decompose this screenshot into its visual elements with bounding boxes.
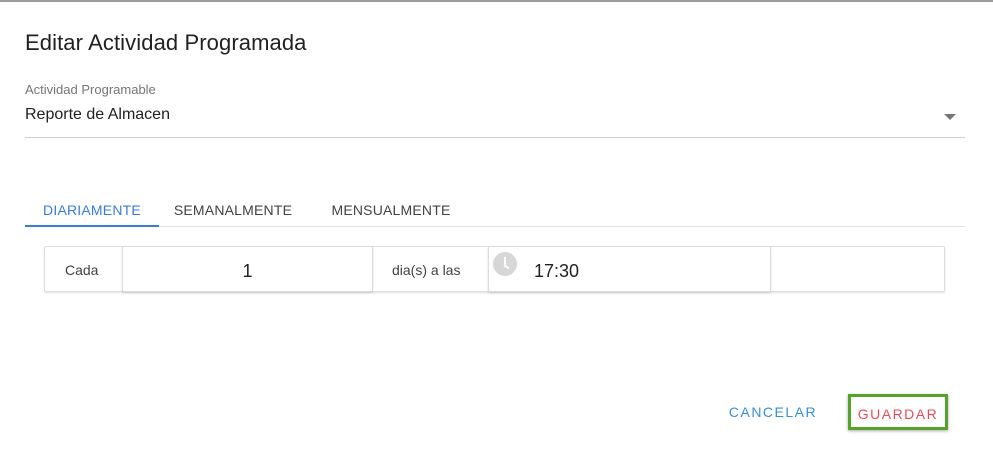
interval-input-value: 1 bbox=[242, 261, 253, 281]
tab-monthly[interactable]: MENSUALMENTE bbox=[315, 192, 467, 226]
save-button[interactable]: GUARDAR bbox=[848, 394, 948, 430]
edit-scheduled-activity-dialog: Editar Actividad Programada Actividad Pr… bbox=[0, 0, 993, 453]
activity-select[interactable]: Reporte de Almacen bbox=[25, 102, 965, 138]
activity-field-label: Actividad Programable bbox=[25, 82, 156, 97]
every-label: Cada bbox=[65, 262, 99, 278]
tab-weekly[interactable]: SEMANALMENTE bbox=[159, 192, 307, 226]
unit-label: dia(s) a las bbox=[392, 262, 461, 278]
daily-schedule-row: Cada 1 dia(s) a las 17:30 bbox=[44, 246, 945, 292]
frequency-tabs: DIARIAMENTE SEMANALMENTE MENSUALMENTE bbox=[25, 192, 965, 227]
cancel-button[interactable]: CANCELAR bbox=[718, 398, 828, 426]
dialog-title: Editar Actividad Programada bbox=[25, 30, 307, 55]
tab-daily[interactable]: DIARIAMENTE bbox=[25, 192, 159, 227]
time-input-value: 17:30 bbox=[534, 261, 580, 281]
clock-icon bbox=[493, 252, 517, 276]
dropdown-arrow-icon[interactable] bbox=[944, 114, 956, 120]
interval-input[interactable]: 1 bbox=[122, 246, 373, 292]
time-input[interactable]: 17:30 bbox=[488, 246, 771, 292]
activity-select-value: Reporte de Almacen bbox=[25, 106, 170, 123]
